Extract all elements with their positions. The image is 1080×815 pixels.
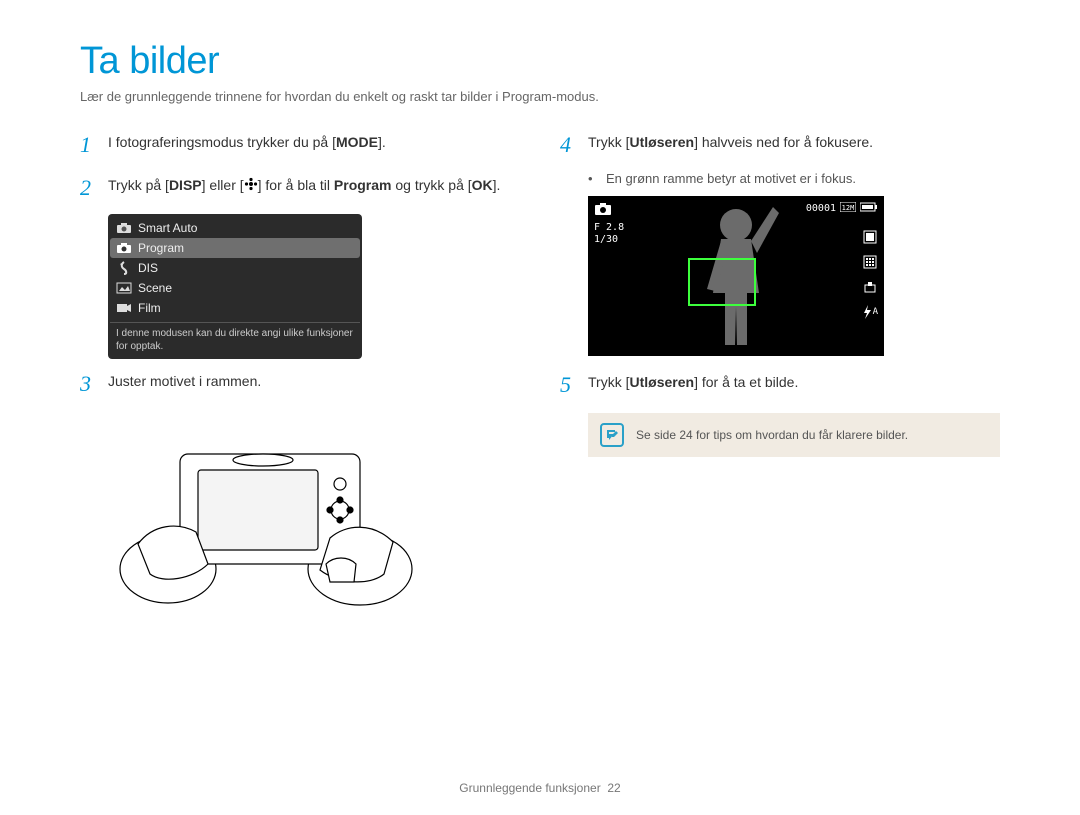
film-icon bbox=[116, 301, 132, 315]
mode-label: DIS bbox=[138, 261, 158, 275]
smart-auto-icon bbox=[116, 221, 132, 235]
step-5-post: ] for å ta et bilde. bbox=[694, 374, 798, 390]
step-1-post: ]. bbox=[378, 134, 386, 150]
step-number: 2 bbox=[80, 171, 108, 204]
lcd-top-right-status: 00001 12M bbox=[806, 202, 878, 215]
page-subtitle: Lær de grunnleggende trinnene for hvorda… bbox=[80, 89, 1000, 104]
step-text: I fotograferingsmodus trykker du på [MOD… bbox=[108, 128, 386, 161]
page-title: Ta bilder bbox=[80, 40, 1000, 83]
focus-frame bbox=[688, 258, 756, 306]
content-columns: 1 I fotograferingsmodus trykker du på [M… bbox=[80, 128, 1000, 614]
metering-icon bbox=[863, 255, 877, 274]
program-bold: Program bbox=[334, 177, 392, 193]
step-5-pre: Trykk [ bbox=[588, 374, 629, 390]
focus-mode-icon bbox=[863, 280, 877, 299]
step-4: 4 Trykk [Utløseren] halvveis ned for å f… bbox=[560, 128, 1000, 161]
scene-icon bbox=[116, 281, 132, 295]
hands-holding-camera-illustration bbox=[108, 414, 418, 614]
tip-text: Se side 24 for tips om hvordan du får kl… bbox=[636, 428, 908, 442]
mode-label: Program bbox=[138, 241, 184, 255]
mode-item-program: Program bbox=[110, 238, 360, 258]
step-text: Trykk på [DISP] eller [ ] for å bla til P… bbox=[108, 171, 500, 204]
step-text: Juster motivet i rammen. bbox=[108, 367, 261, 400]
battery-icon bbox=[860, 202, 878, 215]
tip-icon bbox=[600, 423, 624, 447]
quality-icon bbox=[863, 230, 877, 249]
step-number: 4 bbox=[560, 128, 588, 161]
mode-label: Film bbox=[138, 301, 161, 315]
mode-item-dis: DIS bbox=[110, 258, 360, 278]
frame-counter: 00001 bbox=[806, 203, 836, 214]
lcd-exposure-info: F 2.8 1/30 bbox=[594, 222, 624, 246]
step-text: Trykk [Utløseren] halvveis ned for å fok… bbox=[588, 128, 873, 161]
step-number: 3 bbox=[80, 367, 108, 400]
f-stop: F 2.8 bbox=[594, 222, 624, 234]
mode-key: MODE bbox=[336, 132, 378, 153]
right-column: 4 Trykk [Utløseren] halvveis ned for å f… bbox=[560, 128, 1000, 614]
step-4-pre: Trykk [ bbox=[588, 134, 629, 150]
step-number: 5 bbox=[560, 368, 588, 401]
step-5: 5 Trykk [Utløseren] for å ta et bilde. bbox=[560, 368, 1000, 401]
step-2: 2 Trykk på [DISP] eller [ ] for å bla til… bbox=[80, 171, 520, 204]
step-2-post2: og trykk på [ bbox=[391, 177, 471, 193]
mode-label: Smart Auto bbox=[138, 221, 197, 235]
step-2-pre: Trykk på [ bbox=[108, 177, 169, 193]
step-text: Trykk [Utløseren] for å ta et bilde. bbox=[588, 368, 798, 401]
step-1-pre: I fotograferingsmodus trykker du på [ bbox=[108, 134, 336, 150]
page: Ta bilder Lær de grunnleggende trinnene … bbox=[0, 0, 1080, 634]
program-icon bbox=[116, 241, 132, 255]
bullet-text: En grønn ramme betyr at motivet er i fok… bbox=[606, 171, 856, 186]
mode-menu: Smart Auto Program DIS Scene Film bbox=[108, 214, 362, 359]
mode-description: I denne modusen kan du direkte angi ulik… bbox=[110, 322, 360, 355]
lcd-top-left-icons bbox=[594, 202, 612, 216]
dis-icon bbox=[116, 261, 132, 275]
mode-item-smart-auto: Smart Auto bbox=[110, 218, 360, 238]
step-3: 3 Juster motivet i rammen. bbox=[80, 367, 520, 400]
svg-text:12M: 12M bbox=[842, 204, 855, 212]
left-column: 1 I fotograferingsmodus trykker du på [M… bbox=[80, 128, 520, 614]
step-2-post3: ]. bbox=[493, 177, 501, 193]
shutter-key: Utløseren bbox=[629, 374, 694, 390]
flash-auto-label: A bbox=[873, 307, 878, 317]
step-4-post: ] halvveis ned for å fokusere. bbox=[694, 134, 873, 150]
bullet-icon: • bbox=[588, 171, 606, 186]
mode-item-film: Film bbox=[110, 298, 360, 318]
flash-auto-icon: A bbox=[862, 305, 878, 319]
disp-key: DISP bbox=[169, 175, 202, 196]
mode-label: Scene bbox=[138, 281, 172, 295]
camera-lcd-preview: 00001 12M F 2.8 1/30 A bbox=[588, 196, 884, 356]
flower-icon bbox=[244, 176, 258, 197]
ok-key: OK bbox=[472, 175, 493, 196]
page-footer: Grunnleggende funksjoner 22 bbox=[0, 781, 1080, 795]
step-number: 1 bbox=[80, 128, 108, 161]
tip-box: Se side 24 for tips om hvordan du får kl… bbox=[588, 413, 1000, 457]
shutter-speed: 1/30 bbox=[594, 234, 624, 246]
step-2-post1: ] for å bla til bbox=[258, 177, 334, 193]
size-icon: 12M bbox=[840, 202, 856, 215]
step-2-mid: ] eller [ bbox=[202, 177, 244, 193]
footer-section: Grunnleggende funksjoner bbox=[459, 781, 600, 795]
step-1: 1 I fotograferingsmodus trykker du på [M… bbox=[80, 128, 520, 161]
step-4-bullet: • En grønn ramme betyr at motivet er i f… bbox=[588, 171, 1000, 186]
footer-page-number: 22 bbox=[607, 781, 620, 795]
shutter-key: Utløseren bbox=[629, 134, 694, 150]
camera-mode-icon bbox=[594, 202, 612, 216]
mode-item-scene: Scene bbox=[110, 278, 360, 298]
lcd-right-icons: A bbox=[862, 230, 878, 319]
